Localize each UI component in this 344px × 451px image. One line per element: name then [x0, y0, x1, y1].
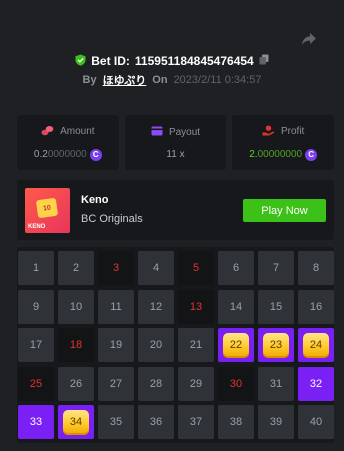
keno-cell[interactable]: 6 [218, 251, 254, 285]
keno-cell[interactable]: 17 [18, 328, 54, 362]
stat-amount-label: Amount [60, 126, 95, 137]
stat-amount-head: Amount [41, 125, 95, 139]
keno-cell[interactable]: 28 [138, 366, 174, 401]
hit-gem: 23 [263, 332, 289, 358]
keno-cell[interactable]: 29 [178, 366, 214, 401]
stat-amount: Amount 0.20000000 C [17, 115, 119, 170]
keno-cell[interactable]: 24 [298, 328, 334, 362]
keno-cell[interactable]: 32 [298, 366, 334, 401]
amount-value-fade: 0000000 [47, 149, 87, 160]
hit-gem: 24 [303, 332, 329, 358]
stat-profit-label: Profit [281, 126, 305, 137]
keno-cell[interactable]: 8 [298, 251, 334, 285]
keno-cell[interactable]: 36 [138, 405, 174, 439]
keno-board: 1 2 3 4 5 6 7 8 9 10 11 12 13 14 15 16 17 18 19 20 21 22 23 24 2… [17, 247, 334, 443]
keno-cell[interactable]: 27 [98, 366, 134, 401]
keno-cell[interactable]: 13 [178, 289, 214, 324]
coins-icon [41, 125, 54, 139]
bet-id-label: Bet ID: [91, 54, 130, 68]
bet-id-value: 115951184845476454 [134, 54, 254, 68]
game-name: Keno [81, 194, 109, 206]
bet-owner-row: By ほゆぷり On 2023/2/11 0:34:57 [0, 72, 344, 88]
wallet-icon [151, 126, 163, 139]
stat-profit-head: Profit [262, 125, 304, 139]
keno-cell[interactable]: 10 [58, 289, 94, 324]
keno-cell[interactable]: 14 [218, 289, 254, 324]
keno-cell[interactable]: 39 [258, 405, 294, 439]
play-now-button[interactable]: Play Now [243, 199, 326, 222]
keno-cell[interactable]: 5 [178, 251, 214, 285]
keno-cell[interactable]: 31 [258, 366, 294, 401]
keno-cell[interactable]: 19 [98, 328, 134, 362]
keno-cell[interactable]: 37 [178, 405, 214, 439]
keno-cell[interactable]: 7 [258, 251, 294, 285]
on-label: On [152, 74, 168, 86]
keno-cell[interactable]: 40 [298, 405, 334, 439]
keno-cell[interactable]: 16 [298, 289, 334, 324]
keno-cell[interactable]: 15 [258, 289, 294, 324]
keno-cell[interactable]: 35 [98, 405, 134, 439]
stat-profit: Profit 2.00000000 C [232, 115, 335, 170]
username-link[interactable]: ほゆぷり [103, 72, 147, 88]
game-card: 10 KENO Keno BC Originals Play Now [17, 180, 334, 240]
keno-cell[interactable]: 30 [218, 366, 254, 401]
hand-coin-icon [262, 125, 275, 139]
keno-cell[interactable]: 3 [98, 251, 134, 285]
amount-value-main: 0.2 [33, 149, 48, 160]
keno-cell[interactable]: 33 [18, 405, 54, 439]
profit-value-fade: 00000000 [257, 149, 303, 160]
currency-coin-icon: C [89, 148, 102, 161]
bet-timestamp: 2023/2/11 0:34:57 [173, 74, 262, 86]
keno-cell[interactable]: 23 [258, 328, 294, 362]
thumb-ball: 10 [35, 197, 59, 219]
keno-cell[interactable]: 4 [138, 251, 174, 285]
stat-amount-value: 0.20000000 C [33, 148, 102, 161]
stat-payout-label: Payout [168, 126, 201, 138]
stat-payout-value: 11 x [166, 149, 184, 160]
bet-stats: Amount 0.20000000 C Payout 11 x Profit 2… [17, 115, 335, 170]
thumb-tag: KENO [28, 224, 46, 230]
share-icon[interactable] [300, 30, 318, 48]
keno-cell[interactable]: 1 [18, 251, 54, 285]
by-label: By [82, 74, 97, 86]
stat-payout: Payout 11 x [124, 115, 227, 170]
keno-cell[interactable]: 38 [218, 405, 254, 439]
game-provider: BC Originals [81, 213, 143, 225]
keno-cell[interactable]: 21 [178, 328, 214, 362]
hit-gem: 22 [223, 332, 249, 358]
keno-cell[interactable]: 34 [58, 405, 94, 439]
keno-cell[interactable]: 18 [58, 328, 94, 362]
keno-cell[interactable]: 22 [218, 328, 254, 362]
keno-cell[interactable]: 2 [58, 251, 94, 285]
keno-cell[interactable]: 20 [138, 328, 174, 362]
stat-profit-value: 2.00000000 C [249, 148, 318, 161]
keno-cell[interactable]: 26 [58, 366, 94, 401]
shield-check-icon [75, 54, 86, 69]
keno-cell[interactable]: 25 [18, 366, 54, 401]
stat-payout-head: Payout [151, 126, 200, 139]
keno-cell[interactable]: 12 [138, 289, 174, 324]
copy-icon[interactable] [259, 54, 269, 68]
hit-gem: 34 [63, 409, 89, 435]
keno-cell[interactable]: 9 [18, 289, 54, 324]
keno-cell[interactable]: 11 [98, 289, 134, 324]
payout-value: 11 x [166, 148, 185, 160]
profit-value-main: 2. [249, 149, 258, 160]
currency-coin-icon: C [305, 148, 318, 161]
keno-thumbnail[interactable]: 10 KENO [25, 188, 70, 233]
bet-id-row: Bet ID: 115951184845476454 [0, 53, 344, 69]
